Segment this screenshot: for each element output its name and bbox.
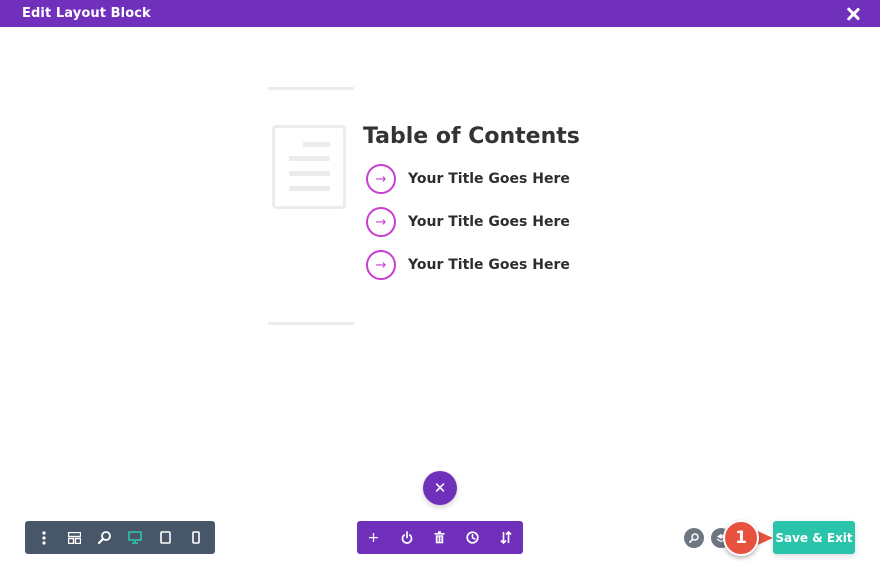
tablet-icon[interactable]	[150, 521, 180, 554]
view-mode-toolbar	[25, 521, 215, 554]
close-builder-button[interactable]: ✕	[423, 471, 457, 505]
trash-icon[interactable]	[423, 521, 456, 554]
toc-item[interactable]: → Your Title Goes Here	[366, 250, 570, 280]
page-settings-toolbar: +	[357, 521, 523, 554]
portability-icon[interactable]	[390, 521, 423, 554]
document-icon	[272, 125, 346, 209]
divider-top	[268, 87, 354, 90]
step-number-badge: 1	[723, 520, 759, 556]
arrow-right-icon: →	[366, 207, 396, 237]
toc-item-label: Your Title Goes Here	[408, 171, 570, 187]
sort-icon[interactable]	[489, 521, 522, 554]
zoom-icon[interactable]	[90, 521, 120, 554]
add-icon[interactable]: +	[357, 521, 390, 554]
toc-item-label: Your Title Goes Here	[408, 214, 570, 230]
desktop-icon[interactable]	[120, 521, 150, 554]
history-icon[interactable]	[456, 521, 489, 554]
toc-item-label: Your Title Goes Here	[408, 257, 570, 273]
search-icon[interactable]	[684, 528, 704, 548]
wireframe-icon[interactable]	[59, 521, 89, 554]
toc-item[interactable]: → Your Title Goes Here	[366, 164, 570, 194]
arrow-right-icon: →	[366, 250, 396, 280]
phone-icon[interactable]	[181, 521, 211, 554]
step-callout: 1	[723, 520, 785, 556]
modal-title: Edit Layout Block	[22, 6, 151, 21]
close-icon[interactable]	[846, 7, 860, 21]
divider-bottom	[268, 322, 354, 325]
more-vertical-icon[interactable]	[29, 521, 59, 554]
save-exit-button[interactable]: Save & Exit	[773, 521, 855, 554]
arrow-right-icon: →	[366, 164, 396, 194]
toc-item[interactable]: → Your Title Goes Here	[366, 207, 570, 237]
modal-header: Edit Layout Block	[0, 0, 880, 27]
toc-heading: Table of Contents	[363, 124, 580, 149]
